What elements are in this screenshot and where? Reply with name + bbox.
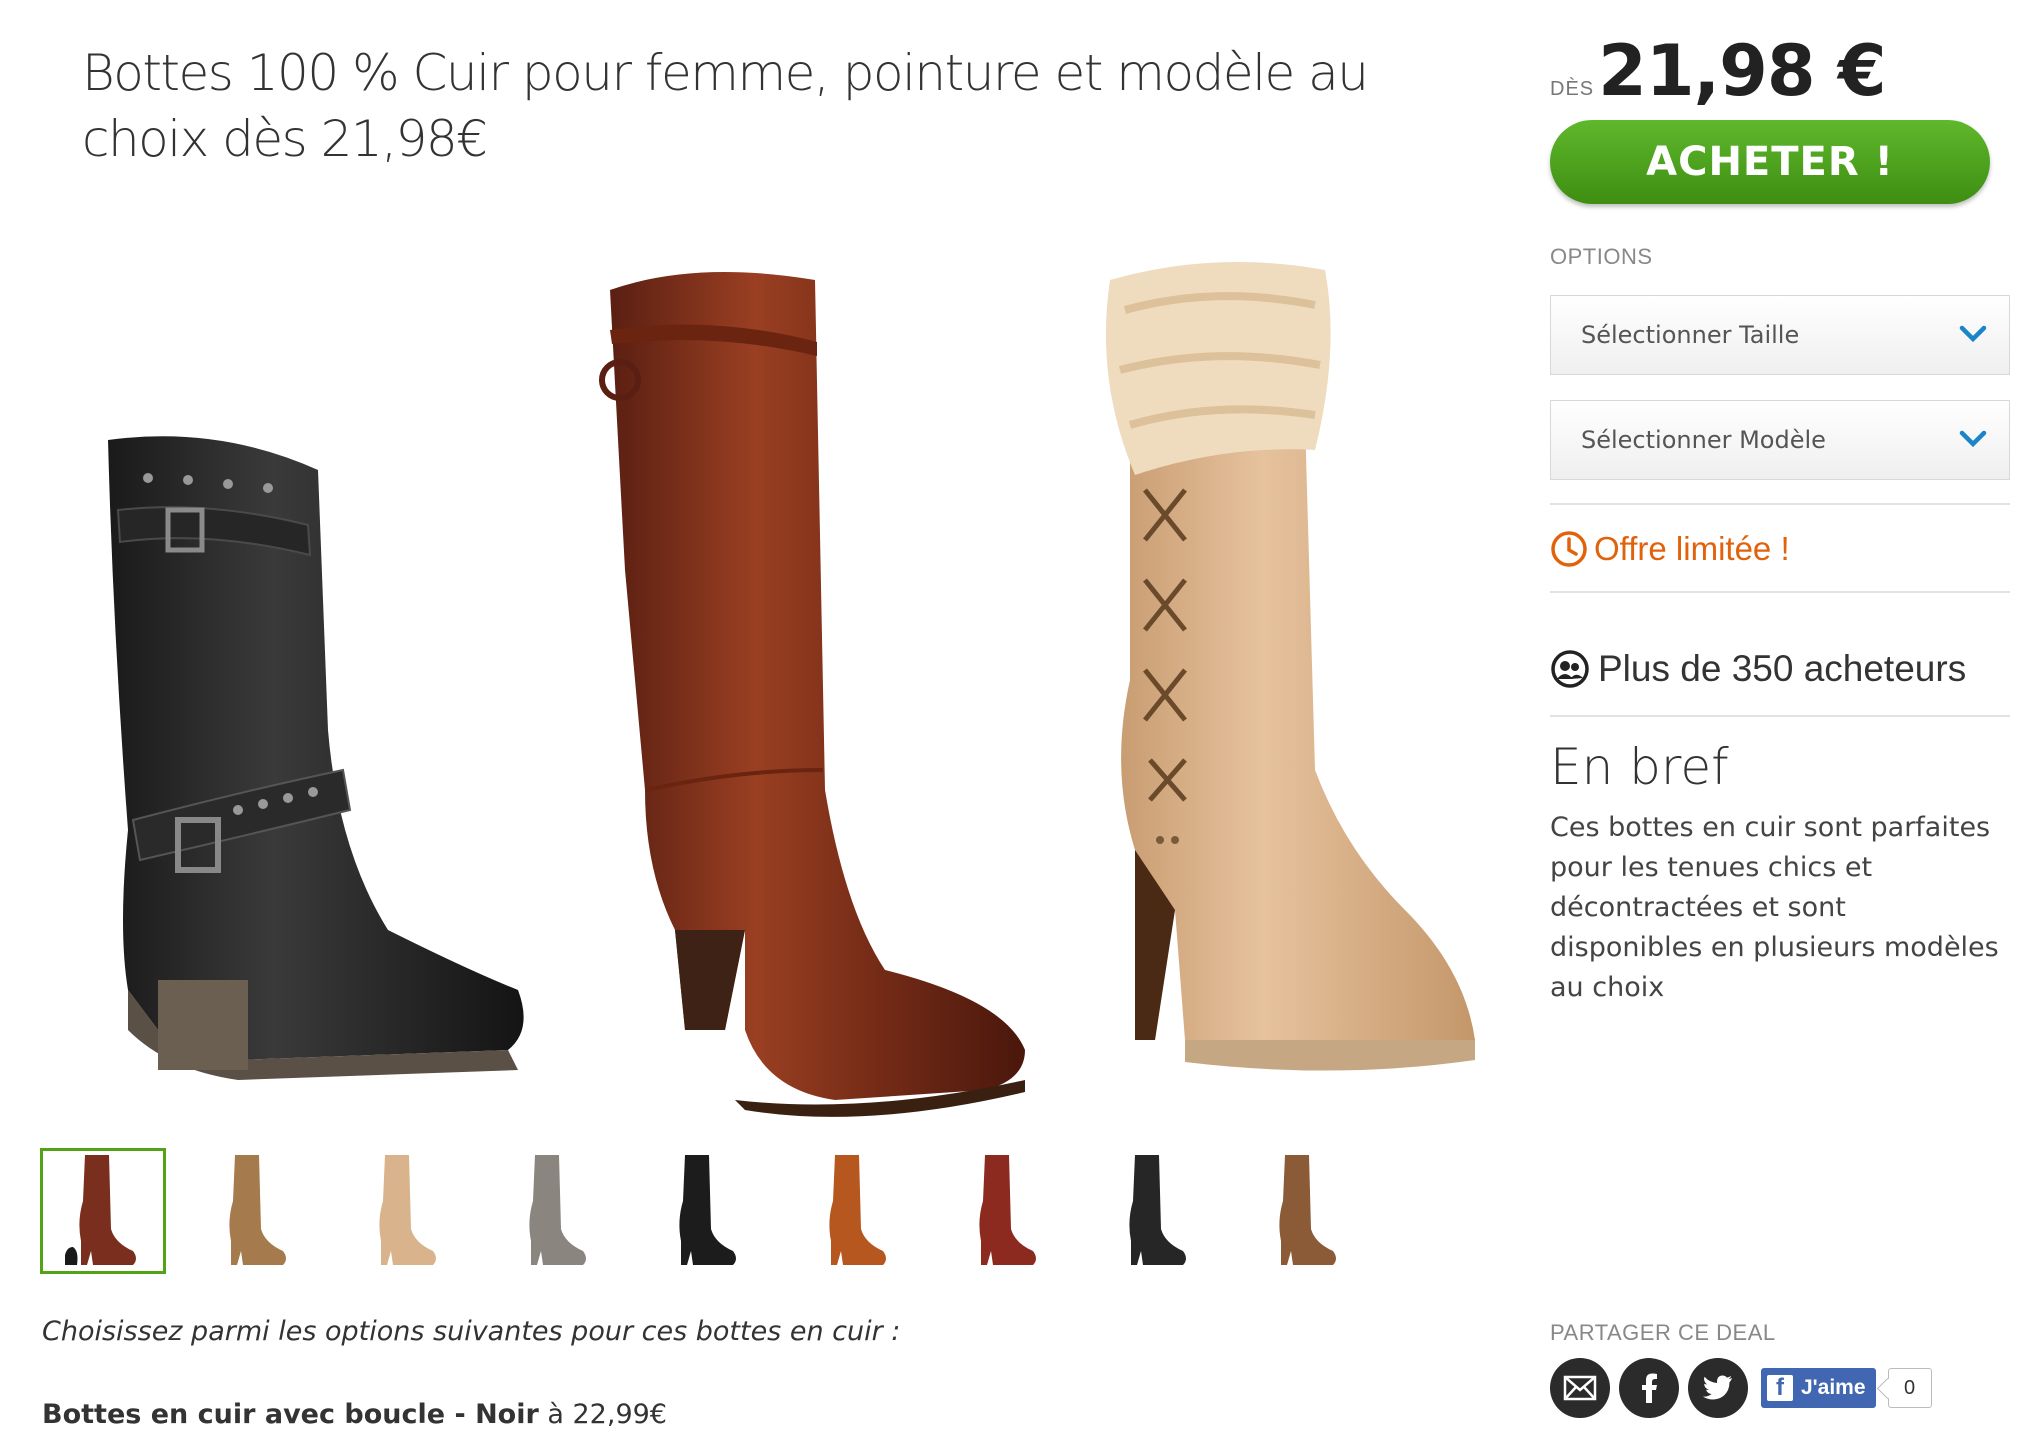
options-label: OPTIONS (1550, 244, 1653, 269)
facebook-icon (1642, 1373, 1657, 1403)
summary-text: Ces bottes en cuir sont parfaites pour l… (1550, 812, 1999, 1003)
size-select[interactable]: Sélectionner Taille (1550, 295, 2010, 375)
email-share-button[interactable] (1550, 1358, 1610, 1418)
divider (1550, 503, 2010, 505)
buyers-label: Plus de 350 acheteurs (1598, 648, 1967, 689)
share-buttons: f J'aime 0 (1550, 1358, 1932, 1418)
thumbnail-black-buckle-boot[interactable] (1090, 1148, 1216, 1274)
size-select-label: Sélectionner Taille (1581, 321, 1800, 349)
twitter-share-button[interactable] (1688, 1358, 1748, 1418)
model-select[interactable]: Sélectionner Modèle (1550, 400, 2010, 480)
price-prefix: DÈS (1550, 78, 1595, 100)
buy-button[interactable]: ACHETER ! (1550, 120, 1990, 204)
price: 21,98 € (1598, 30, 1886, 112)
divider (1550, 591, 2010, 593)
like-label: J'aime (1801, 1376, 1866, 1399)
boot-icon (529, 1155, 586, 1265)
thumbnail-tan-suede-boot[interactable] (190, 1148, 316, 1274)
facebook-like-button[interactable]: f J'aime (1761, 1368, 1876, 1408)
twitter-icon (1703, 1375, 1732, 1400)
limited-offer-label: Offre limitée ! (1594, 530, 1790, 567)
limited-offer: Offre limitée ! (1550, 530, 1790, 568)
black-buckle-boot-image (108, 436, 524, 1080)
thumbnail-strip (40, 1148, 1370, 1276)
boot-icon (1129, 1155, 1186, 1265)
boot-icon (979, 1155, 1036, 1265)
brown-leather-boot-image (599, 272, 1025, 1117)
thumbnail-beige-fur-boot[interactable] (340, 1148, 466, 1274)
like-count: 0 (1887, 1368, 1932, 1408)
boot-icon (829, 1155, 886, 1265)
summary-title: En bref (1550, 738, 1729, 796)
thumbnail-red-leather-boot[interactable] (940, 1148, 1066, 1274)
chevron-down-icon (1959, 325, 1987, 343)
thumbnail-brown-buckle-boot[interactable] (1240, 1148, 1366, 1274)
price-block: DÈS 21,98 € (1550, 30, 1887, 112)
deal-title: Bottes 100 % Cuir pour femme, pointure e… (82, 44, 1369, 168)
divider (1550, 715, 2010, 717)
chevron-down-icon (1959, 430, 1987, 448)
users-icon (1551, 650, 1589, 688)
share-label: PARTAGER CE DEAL (1550, 1320, 1776, 1345)
boot-icon (65, 1155, 136, 1265)
thumbnail-grey-suede-boot[interactable] (490, 1148, 616, 1274)
beige-fur-boot-image (1105, 262, 1475, 1071)
option-price: à 22,99€ (538, 1399, 667, 1430)
envelope-icon (1563, 1375, 1597, 1401)
boot-icon (679, 1155, 736, 1265)
facebook-f-icon: f (1767, 1375, 1793, 1401)
thumbnail-brown-leather-boot-group[interactable] (40, 1148, 166, 1274)
option-line: Bottes en cuir avec boucle - Noir à 22,9… (42, 1399, 667, 1430)
option-name: Bottes en cuir avec boucle - Noir (42, 1399, 539, 1430)
buyers-count: Plus de 350 acheteurs (1550, 648, 1966, 690)
model-select-label: Sélectionner Modèle (1581, 426, 1826, 454)
boot-icon (1279, 1155, 1336, 1265)
facebook-share-button[interactable] (1619, 1358, 1679, 1418)
boot-icon (229, 1155, 286, 1265)
boot-icon (379, 1155, 436, 1265)
thumbnail-cognac-suede-boot[interactable] (790, 1148, 916, 1274)
clock-icon (1551, 531, 1587, 567)
product-gallery (40, 230, 1490, 1117)
thumbnail-black-fringe-boot[interactable] (640, 1148, 766, 1274)
options-intro: Choisissez parmi les options suivantes p… (42, 1316, 901, 1347)
